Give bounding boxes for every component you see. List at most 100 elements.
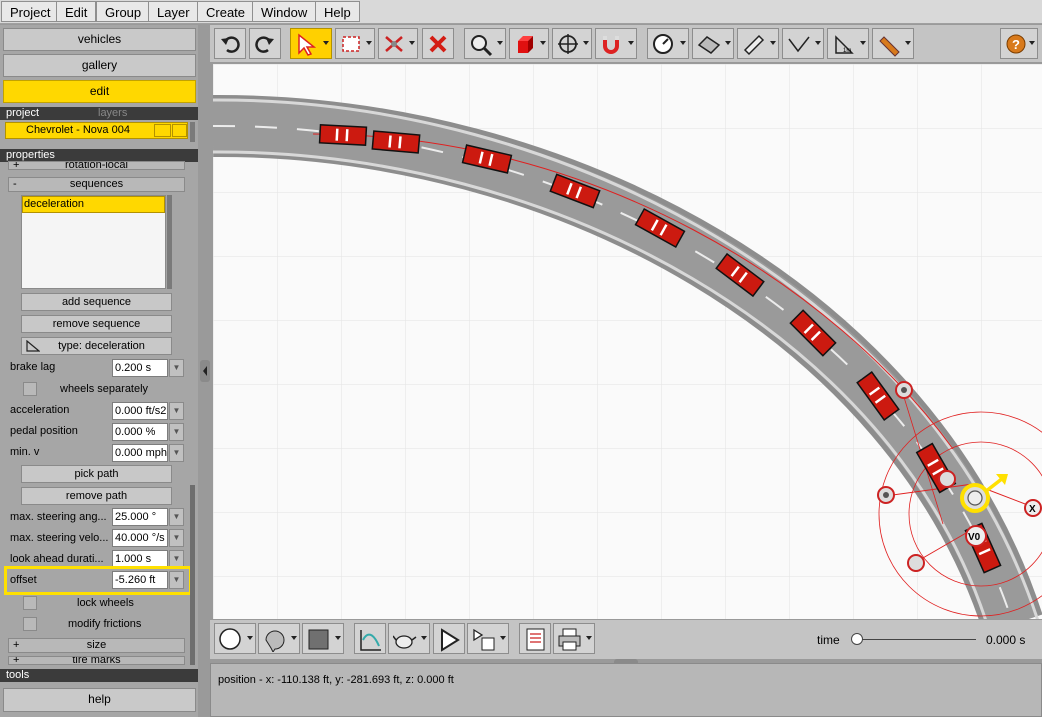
print-button[interactable] bbox=[553, 623, 595, 654]
remove-path-icon bbox=[385, 36, 403, 52]
lock-wheels-checkbox[interactable] bbox=[23, 596, 37, 610]
vehicles-button[interactable]: vehicles bbox=[3, 28, 196, 51]
wheels-separately-label: wheels separately bbox=[60, 383, 149, 395]
magnet-tool-button[interactable] bbox=[595, 28, 637, 59]
remove-path-tool-button[interactable] bbox=[378, 28, 418, 59]
playlist-button[interactable] bbox=[467, 623, 509, 654]
redo-icon bbox=[255, 36, 274, 53]
play-button[interactable] bbox=[433, 623, 465, 654]
move-icon bbox=[558, 34, 578, 54]
select-tool-button[interactable] bbox=[290, 28, 332, 59]
pedal-position-spinner[interactable]: ▼ bbox=[169, 423, 184, 441]
vehicle-item[interactable]: Chevrolet - Nova 004 bbox=[5, 122, 188, 139]
vehicle-name: Chevrolet - Nova 004 bbox=[26, 124, 130, 136]
redo-button[interactable] bbox=[249, 28, 281, 59]
remove-sequence-button[interactable]: remove sequence bbox=[21, 315, 172, 333]
rotate-handle[interactable] bbox=[938, 470, 956, 488]
tools-header: tools bbox=[0, 669, 198, 682]
sequences-section[interactable]: - sequences bbox=[8, 177, 185, 192]
remove-path-button[interactable]: remove path bbox=[21, 487, 172, 505]
measure-tool-button[interactable]: 1m bbox=[827, 28, 869, 59]
time-label: time bbox=[817, 633, 840, 647]
time-value: 0.000 s bbox=[986, 633, 1026, 647]
delete-button[interactable] bbox=[422, 28, 454, 59]
acceleration-spinner[interactable]: ▼ bbox=[169, 402, 184, 420]
menu-create[interactable]: Create bbox=[197, 1, 255, 22]
circle-tool-button[interactable] bbox=[214, 623, 256, 654]
zoom-tool-button[interactable] bbox=[464, 28, 506, 59]
rotation-local-section[interactable]: + rotation-local bbox=[8, 161, 185, 170]
help-tool-button[interactable]: ? bbox=[1000, 28, 1038, 59]
modify-frictions-checkbox[interactable] bbox=[23, 617, 37, 631]
scene-canvas[interactable]: V0 X bbox=[213, 64, 1042, 619]
edit-button[interactable]: edit bbox=[3, 80, 196, 103]
max-steering-velocity-field[interactable]: 40.000 °/s bbox=[112, 529, 168, 547]
max-steering-angle-field[interactable]: 25.000 ° bbox=[112, 508, 168, 526]
acceleration-field[interactable]: 0.000 ft/s2 bbox=[112, 402, 168, 420]
brake-lag-label: brake lag bbox=[10, 361, 56, 373]
move-tool-button[interactable] bbox=[552, 28, 592, 59]
time-slider-thumb[interactable] bbox=[851, 633, 863, 645]
ruler-tool-button[interactable] bbox=[737, 28, 779, 59]
chart-button[interactable] bbox=[354, 623, 386, 654]
min-v-field[interactable]: 0.000 mph bbox=[112, 444, 168, 462]
box-tool-button[interactable] bbox=[509, 28, 549, 59]
rectangle-select-button[interactable] bbox=[335, 28, 375, 59]
teapot-tool-button[interactable] bbox=[388, 623, 430, 654]
scene-drawing[interactable]: V0 X bbox=[213, 64, 1042, 619]
angle-handle[interactable] bbox=[907, 554, 925, 572]
project-tab-bar: project layers bbox=[0, 107, 198, 120]
menu-edit[interactable]: Edit bbox=[56, 1, 97, 22]
tire-marks-section[interactable]: + tire marks bbox=[8, 656, 185, 665]
undo-icon bbox=[221, 36, 240, 53]
sequence-item-deceleration[interactable]: deceleration bbox=[22, 196, 165, 213]
gallery-button[interactable]: gallery bbox=[3, 54, 196, 77]
tape-tool-button[interactable] bbox=[872, 28, 914, 59]
delete-icon bbox=[429, 35, 447, 53]
fill-color-button[interactable] bbox=[302, 623, 344, 654]
chart-icon bbox=[360, 630, 381, 651]
v0-label: V0 bbox=[968, 532, 981, 543]
sequence-list-scrollbar[interactable] bbox=[167, 195, 172, 289]
look-ahead-label: look ahead durati... bbox=[10, 553, 104, 565]
help-button[interactable]: help bbox=[3, 688, 196, 712]
report-button[interactable] bbox=[519, 623, 551, 654]
sequence-list[interactable]: deceleration bbox=[21, 195, 166, 289]
wheels-separately-checkbox[interactable] bbox=[23, 382, 37, 396]
chevron-left-icon bbox=[203, 366, 207, 376]
offset-field[interactable]: -5.260 ft bbox=[112, 571, 168, 589]
menu-window[interactable]: Window bbox=[252, 1, 317, 22]
max-steering-angle-spinner[interactable]: ▼ bbox=[169, 508, 184, 526]
size-section[interactable]: + size bbox=[8, 638, 185, 653]
min-v-label: min. v bbox=[10, 446, 40, 458]
tab-project[interactable]: project bbox=[6, 107, 98, 120]
shape-tool-button[interactable] bbox=[258, 623, 300, 654]
brake-lag-field[interactable]: 0.200 s bbox=[112, 359, 168, 377]
type-button[interactable]: type: deceleration bbox=[21, 337, 172, 355]
project-list-scrollbar[interactable] bbox=[190, 122, 195, 142]
pick-path-button[interactable]: pick path bbox=[21, 465, 172, 483]
brake-lag-spinner[interactable]: ▼ bbox=[169, 359, 184, 377]
add-sequence-button[interactable]: add sequence bbox=[21, 293, 172, 311]
angle-tool-button[interactable] bbox=[782, 28, 824, 59]
max-steering-velocity-spinner[interactable]: ▼ bbox=[169, 529, 184, 547]
properties-scrollbar[interactable] bbox=[190, 485, 195, 665]
time-slider-track[interactable] bbox=[854, 639, 976, 640]
tab-layers[interactable]: layers bbox=[98, 107, 127, 119]
min-v-spinner[interactable]: ▼ bbox=[169, 444, 184, 462]
menu-layer[interactable]: Layer bbox=[148, 1, 199, 22]
left-panel: vehicles gallery edit project layers Chev… bbox=[0, 25, 198, 717]
gauge-tool-button[interactable] bbox=[647, 28, 689, 59]
road-tool-button[interactable] bbox=[692, 28, 734, 59]
undo-button[interactable] bbox=[214, 28, 246, 59]
position-readout: position - x: -110.138 ft, y: -281.693 f… bbox=[218, 674, 454, 686]
menu-help[interactable]: Help bbox=[315, 1, 360, 22]
expand-icon: + bbox=[13, 656, 20, 665]
panel-collapse-handle[interactable] bbox=[200, 360, 210, 382]
pedal-position-field[interactable]: 0.000 % bbox=[112, 423, 168, 441]
menu-group[interactable]: Group bbox=[96, 1, 151, 22]
lock-wheels-label: lock wheels bbox=[77, 597, 134, 609]
max-steering-velocity-label: max. steering velo... bbox=[10, 532, 109, 544]
menu-project[interactable]: Project bbox=[1, 1, 60, 22]
offset-spinner[interactable]: ▼ bbox=[169, 571, 184, 589]
